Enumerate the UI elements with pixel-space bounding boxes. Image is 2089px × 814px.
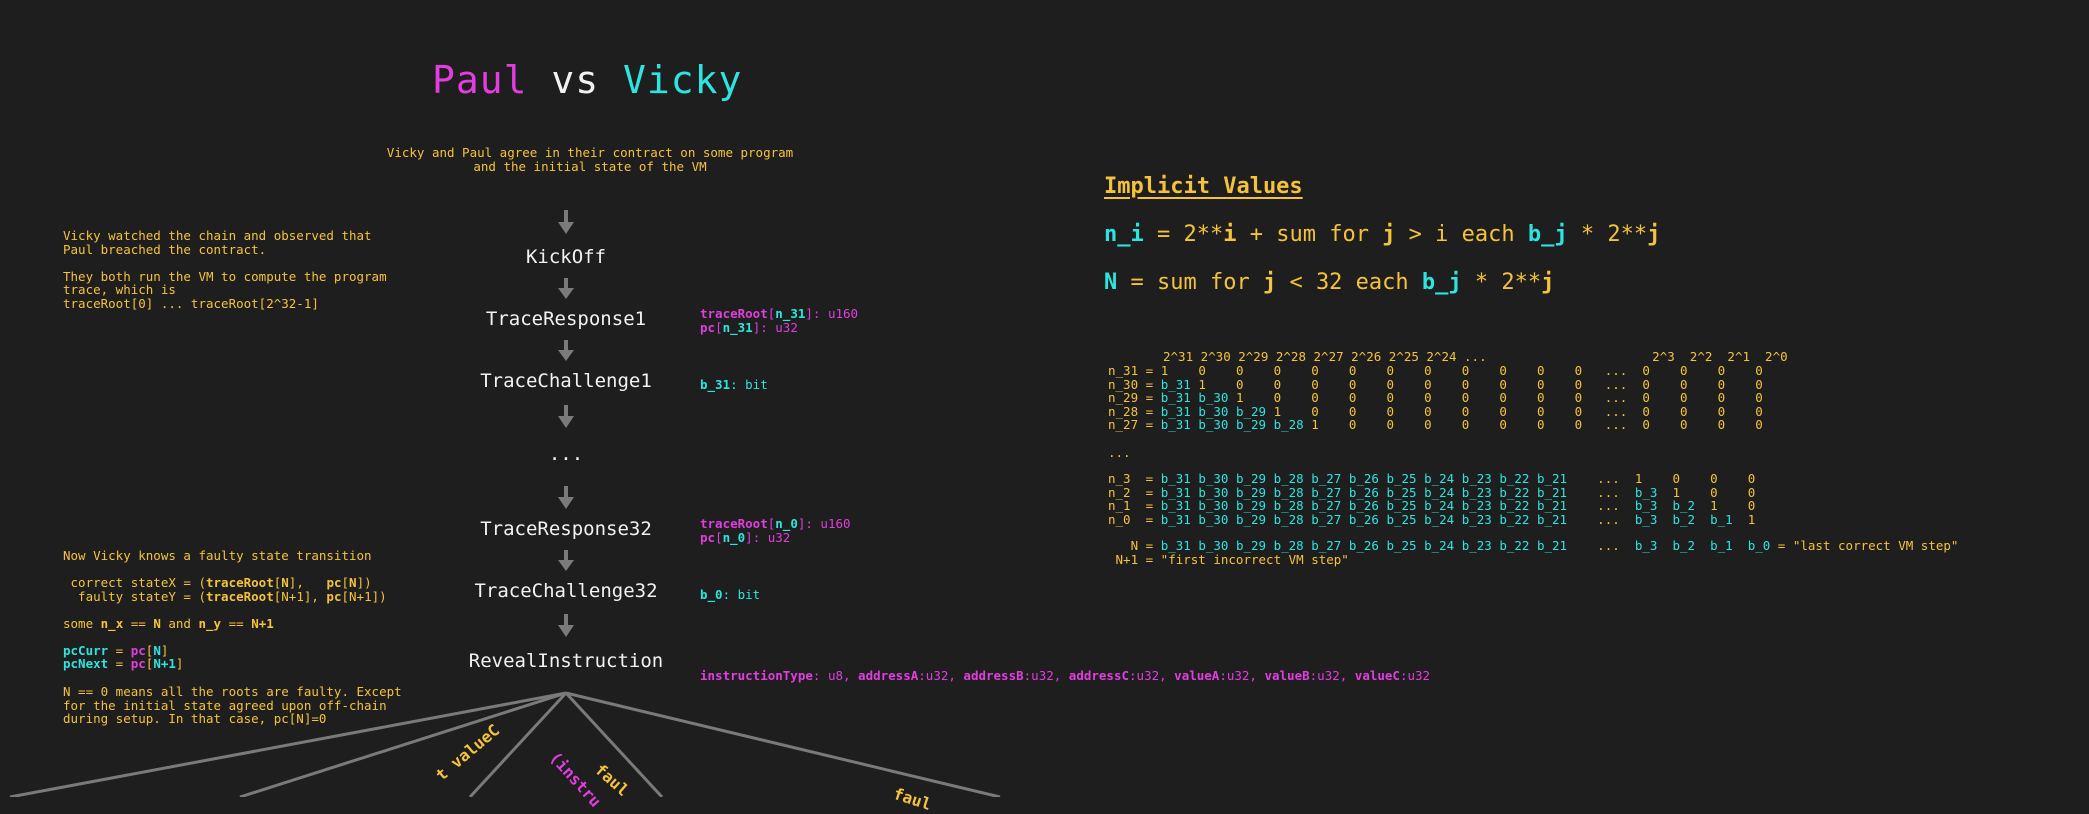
note-faulty-state: faulty stateY = (traceRoot[N+1], pc[N+1]…	[63, 589, 387, 604]
step-trace-challenge-32: TraceChallenge32	[474, 580, 658, 602]
arrow-dots-tr32	[558, 486, 574, 509]
formula-n: N = sum for j < 32 each b_j * 2**j	[1104, 270, 1555, 295]
annotation-trace-challenge-1: b_31: bit	[700, 377, 768, 392]
note-correct-state: correct stateX = (traceRoot[N], pc[N])	[63, 575, 372, 590]
implicit-values-title: Implicit Values	[1104, 174, 1303, 199]
arrow-tc32-reveal	[558, 614, 574, 637]
table-header: 2^31 2^30 2^29 2^28 2^27 2^26 2^25 2^24 …	[1163, 349, 1788, 364]
annotation-reveal-fields: instructionType: u8, addressA:u32, addre…	[700, 667, 1431, 683]
table-n-row: N = b_31 b_30 b_29 b_28 b_27 b_26 b_25 b…	[1108, 538, 1959, 553]
note-faulty-transition: Now Vicky knows a faulty state transitio…	[63, 548, 372, 563]
note-n-zero: N == 0 means all the roots are faulty. E…	[63, 684, 402, 727]
title-vs: vs	[527, 58, 624, 102]
step-reveal-instruction: RevealInstruction	[468, 650, 664, 672]
arrow-kickoff-tr1	[558, 278, 574, 299]
step-ellipsis: ...	[548, 443, 584, 465]
step-trace-challenge-1: TraceChallenge1	[480, 370, 652, 392]
table-n1-row: N+1 = "first incorrect VM step"	[1108, 552, 1349, 567]
page-title: Paul vs Vicky	[432, 58, 742, 102]
formula-n-i: n_i = 2**i + sum for j > i each b_j * 2*…	[1104, 222, 1661, 247]
annotation-trace-response-32: traceRoot[n_0]: u160 pc[n_0]: u32	[700, 516, 851, 545]
annotation-trace-challenge-32: b_0: bit	[700, 587, 761, 602]
table-rows-top: n_31 = 1 0 0 0 0 0 0 0 0 0 0 0 ... 0 0 0…	[1108, 363, 1763, 433]
note-pc-next: pcNext = pc[N+1]	[63, 656, 184, 671]
annotation-trace-response-1: traceRoot[n_31]: u160 pc[n_31]: u32	[700, 306, 859, 335]
step-kickoff: KickOff	[525, 246, 607, 268]
note-nx-ny: some n_x == N and n_y == N+1	[63, 616, 274, 631]
step-trace-response-32: TraceResponse32	[480, 518, 652, 540]
table-rows-bottom: n_3 = b_31 b_30 b_29 b_28 b_27 b_26 b_25…	[1108, 471, 1756, 527]
note-chain-observed: Vicky watched the chain and observed tha…	[63, 228, 387, 311]
arrow-tr1-tc1	[558, 340, 574, 361]
arrow-intro-kickoff	[558, 210, 574, 234]
flow-arrows	[558, 210, 574, 637]
title-paul: Paul	[432, 58, 528, 102]
arrow-tc1-dots	[558, 405, 574, 428]
table-ellipsis: ...	[1108, 445, 1131, 460]
step-trace-response-1: TraceResponse1	[485, 308, 647, 330]
title-vicky: Vicky	[623, 58, 743, 102]
intro-text: Vicky and Paul agree in their contract o…	[386, 145, 794, 174]
arrow-tr32-tc32	[558, 550, 574, 571]
